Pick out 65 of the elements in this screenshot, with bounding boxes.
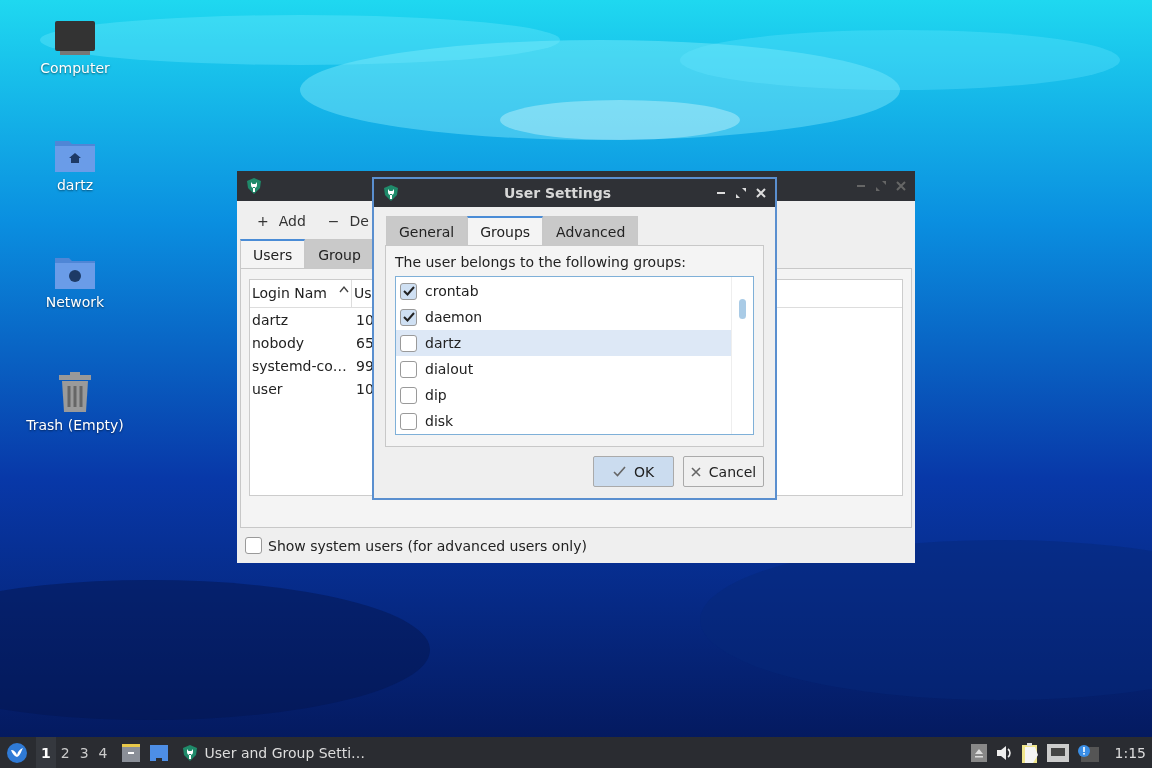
workspace-button[interactable]: 2 — [55, 737, 75, 768]
tab[interactable]: Users — [240, 239, 306, 268]
workspace-button[interactable]: 4 — [93, 737, 113, 768]
group-item[interactable]: dip — [396, 382, 731, 408]
volume-icon[interactable] — [994, 743, 1013, 762]
check-icon — [402, 312, 415, 322]
monitor-icon[interactable] — [54, 20, 96, 56]
table-cell-text: dartz — [251, 311, 290, 328]
group-item[interactable]: daemon — [396, 304, 731, 330]
check-icon — [612, 466, 626, 477]
tab[interactable]: General — [386, 216, 468, 245]
clock[interactable]: 1:15 — [1114, 744, 1146, 761]
group-name: dartz — [425, 335, 462, 351]
cancel-button[interactable]: Cancel — [683, 456, 764, 487]
table-cell-text: systemd-co… — [251, 357, 348, 374]
app-icon — [180, 743, 199, 762]
group-name: dip — [425, 387, 447, 403]
scrollbar-thumb[interactable] — [739, 299, 746, 319]
checkbox[interactable] — [400, 282, 417, 300]
checkbox[interactable] — [400, 386, 417, 404]
checkbox[interactable] — [400, 334, 417, 352]
tab[interactable]: Group — [305, 239, 374, 268]
desktop-icon[interactable] — [148, 743, 169, 762]
group-name: daemon — [425, 309, 483, 325]
column-header[interactable]: Login Nam — [250, 280, 352, 307]
group-item[interactable]: crontab — [396, 278, 731, 304]
trash-icon[interactable] — [57, 371, 93, 413]
group-name: crontab — [425, 283, 479, 299]
checkbox[interactable] — [400, 360, 417, 378]
maximize-icon[interactable] — [735, 187, 747, 199]
table-cell-text: user — [251, 380, 284, 397]
group-name: disk — [425, 413, 454, 429]
app-icon — [382, 184, 400, 202]
group-item[interactable]: dialout — [396, 356, 731, 382]
app-icon — [245, 177, 263, 195]
tab[interactable]: Groups — [467, 216, 544, 245]
eject-icon[interactable] — [970, 743, 987, 762]
tab[interactable]: Advanced — [543, 216, 639, 245]
workspace-button[interactable]: 1 — [36, 737, 56, 768]
toolbar-button[interactable]: − De — [327, 213, 369, 229]
check-icon — [402, 286, 415, 296]
start-menu-icon[interactable] — [6, 741, 28, 764]
file-cabinet-icon[interactable] — [120, 742, 141, 763]
group-item[interactable]: disk — [396, 408, 731, 434]
window-title: User Settings — [502, 185, 613, 201]
desktop-icon-label[interactable]: Trash (Empty) — [26, 417, 124, 433]
network-port-icon[interactable] — [1046, 743, 1069, 762]
checkbox[interactable] — [400, 308, 417, 326]
group-item[interactable]: dartz — [396, 330, 731, 356]
task-button[interactable]: User and Group Setti… — [176, 743, 370, 762]
notification-icon[interactable] — [1076, 743, 1099, 762]
groups-prompt: The user belongs to the following groups: — [395, 254, 687, 270]
checkbox[interactable] — [400, 412, 417, 430]
toolbar-button[interactable]: + Add — [257, 213, 306, 229]
table-cell-text: nobody — [251, 334, 306, 351]
sort-caret-icon — [339, 285, 349, 293]
clipboard-icon[interactable] — [1020, 741, 1039, 764]
ok-button[interactable]: OK — [593, 456, 674, 487]
table-cell-text: 65 — [355, 334, 375, 351]
workspace-button[interactable]: 3 — [74, 737, 94, 768]
close-icon — [690, 466, 701, 477]
group-name: dialout — [425, 361, 474, 377]
desktop-icon-label[interactable]: Network — [45, 294, 105, 310]
checkbox[interactable] — [245, 537, 262, 554]
checkbox-label[interactable]: Show system users (for advanced users only) — [268, 537, 587, 554]
